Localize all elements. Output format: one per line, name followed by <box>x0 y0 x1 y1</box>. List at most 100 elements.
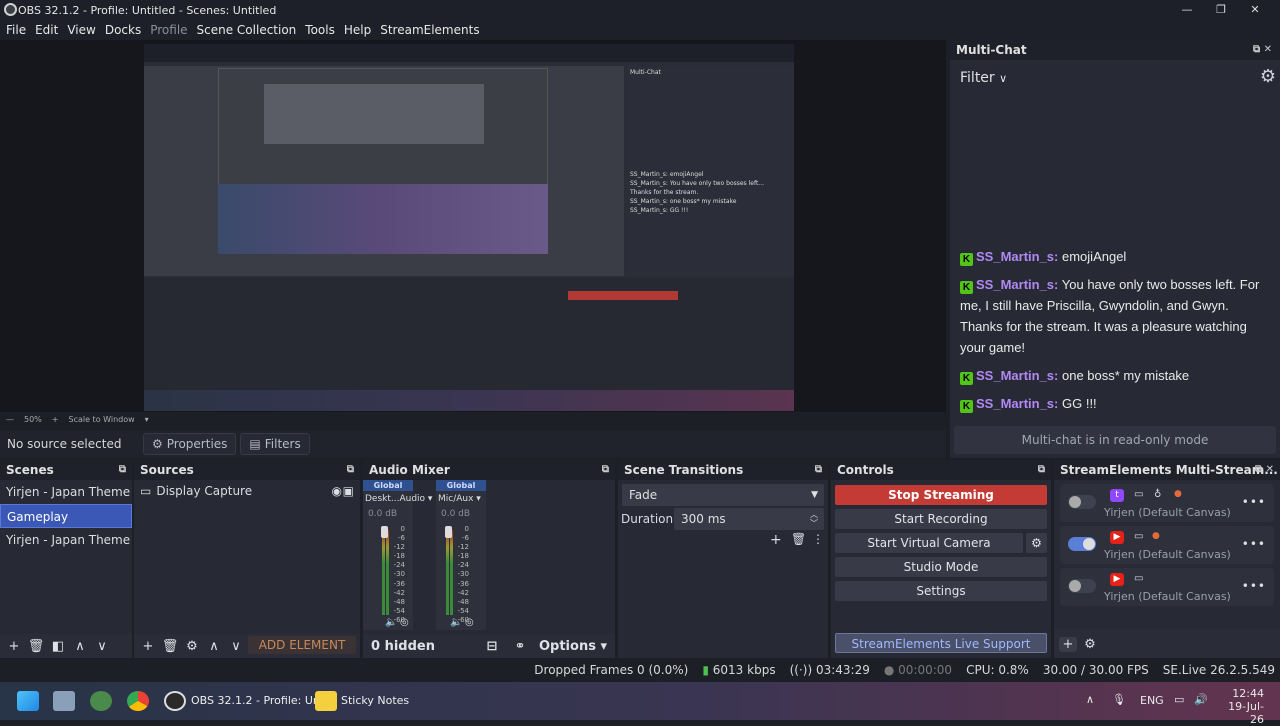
start-icon[interactable] <box>17 691 39 711</box>
scene-item-selected[interactable]: Gameplay <box>0 504 132 528</box>
chevron-down-icon[interactable]: ▾ <box>145 415 149 424</box>
settings-button[interactable]: Settings <box>835 581 1047 601</box>
sticky-notes-icon[interactable] <box>315 691 337 711</box>
tray-chevron-icon[interactable]: ∧ <box>1086 693 1094 706</box>
microphone-icon[interactable]: 🎙 <box>1112 693 1126 706</box>
add-icon[interactable]: + <box>5 639 23 654</box>
filters-button[interactable]: ▤ Filters <box>240 433 310 455</box>
preview-canvas[interactable]: Multi-Chat SS_Martin_s: emojiAngel SS_Mar… <box>144 44 794 411</box>
add-icon[interactable]: + <box>139 639 157 654</box>
gear-icon[interactable]: ⚙ <box>1081 637 1099 652</box>
up-icon[interactable]: ∧ <box>205 639 223 654</box>
stop-streaming-button[interactable]: Stop Streaming <box>835 485 1047 505</box>
zoom-plus-icon[interactable]: + <box>52 415 59 424</box>
scale-tick: -30 <box>457 570 469 579</box>
sticky-notes-label[interactable]: Sticky Notes <box>341 694 409 707</box>
enable-toggle[interactable] <box>1068 537 1096 551</box>
obs-task-label[interactable]: OBS 32.1.2 - Profile: Unt <box>191 694 324 707</box>
obs-taskbar-icon[interactable] <box>164 691 186 711</box>
eye-icon[interactable]: ◉ <box>332 484 342 498</box>
lock-icon[interactable]: ▣ <box>343 484 354 498</box>
more-icon[interactable]: ⋮ <box>812 532 824 546</box>
multistream-row[interactable]: ▶ ▭ Yirjen (Default Canvas) ••• <box>1060 568 1274 606</box>
undock-icon[interactable]: ⧉ <box>1038 464 1045 475</box>
menu-edit[interactable]: Edit <box>31 23 62 37</box>
up-icon[interactable]: ∧ <box>71 639 89 654</box>
duration-stepper[interactable]: 300 ms ︿ ﹀ <box>674 508 824 530</box>
source-item[interactable]: ▭ Display Capture ◉ ▣ <box>140 484 354 498</box>
volume-fader[interactable] <box>445 526 452 538</box>
minimize-icon[interactable]: — <box>1170 0 1204 20</box>
filter-icon[interactable]: ◧ <box>49 639 67 654</box>
menu-view[interactable]: View <box>63 23 99 37</box>
maximize-icon[interactable]: ❐ <box>1204 0 1238 20</box>
headphones-icon[interactable]: ◎ <box>400 617 409 628</box>
close-icon[interactable]: ✕ <box>1238 0 1272 20</box>
speaker-icon[interactable]: 🔈 <box>385 617 397 628</box>
menu-scene-collection[interactable]: Scene Collection <box>193 23 301 37</box>
chrome-icon[interactable] <box>127 691 149 711</box>
language-indicator[interactable]: ENG <box>1140 694 1164 707</box>
undock-icon[interactable]: ⧉ <box>815 464 822 475</box>
more-icon[interactable]: ••• <box>1242 579 1266 593</box>
hidden-count[interactable]: 0 hidden <box>371 639 435 654</box>
undock-icon[interactable]: ⧉ <box>602 464 609 475</box>
file-explorer-icon[interactable] <box>53 691 75 711</box>
multistream-row[interactable]: t ▭ ♁ ● Yirjen (Default Canvas) ••• <box>1060 484 1274 522</box>
channel-name[interactable]: Mic/Aux ▾ <box>436 491 486 507</box>
layout-icon[interactable]: ⊟ <box>483 639 501 654</box>
enable-toggle[interactable] <box>1068 579 1096 593</box>
headphones-icon[interactable]: ◎ <box>465 617 474 628</box>
trash-icon[interactable]: 🗑 <box>161 639 179 654</box>
add-icon[interactable]: + <box>1059 636 1077 652</box>
stream-time: ((·)) 03:43:29 <box>790 663 870 677</box>
undock-close-icons[interactable]: ⧉ ✕ <box>1253 44 1272 55</box>
undock-close-icons[interactable]: ⧉ ✕ <box>1255 464 1274 475</box>
start-recording-button[interactable]: Start Recording <box>835 509 1047 529</box>
gear-icon[interactable]: ⚙ <box>1260 66 1276 87</box>
start-virtual-camera-button[interactable]: Start Virtual Camera <box>835 533 1023 553</box>
enable-toggle[interactable] <box>1068 495 1096 509</box>
network-icon[interactable]: ▭ <box>1174 693 1184 706</box>
speaker-icon[interactable]: 🔈 <box>450 617 462 628</box>
live-support-button[interactable]: StreamElements Live Support <box>835 633 1047 653</box>
down-icon[interactable]: ∨ <box>227 639 245 654</box>
scene-item[interactable]: Yirjen - Japan Theme Be <box>0 528 132 552</box>
link-icon[interactable]: ⚭ <box>511 639 529 654</box>
menu-help[interactable]: Help <box>340 23 375 37</box>
more-icon[interactable]: ••• <box>1242 495 1266 509</box>
stepper-arrows-icon[interactable]: ︿ ﹀ <box>810 510 818 528</box>
options-dropdown[interactable]: Options ▾ <box>539 639 607 654</box>
multistream-row[interactable]: ▶ ▭ ● Yirjen (Default Canvas) ••• <box>1060 526 1274 564</box>
zoom-minus-icon[interactable]: — <box>6 415 14 424</box>
menu-tools[interactable]: Tools <box>301 23 339 37</box>
volume-icon[interactable]: 🔊 <box>1194 693 1208 706</box>
properties-button[interactable]: ⚙ Properties <box>143 433 237 455</box>
clock[interactable]: 12:44 19-Jul-26 <box>1228 687 1264 726</box>
sources-dock: Sources ⧉ ▭ Display Capture ◉ ▣ + 🗑 ⚙ ∧ ∨ ADD… <box>134 460 360 658</box>
virtual-camera-settings-icon[interactable]: ⚙ <box>1026 533 1047 553</box>
xbox-icon[interactable] <box>90 691 112 711</box>
studio-mode-button[interactable]: Studio Mode <box>835 557 1047 577</box>
scene-item[interactable]: Yirjen - Japan Theme Starting <box>0 480 132 504</box>
menu-docks[interactable]: Docks <box>101 23 145 37</box>
menu-streamelements[interactable]: StreamElements <box>376 23 483 37</box>
trash-icon[interactable]: 🗑 <box>27 639 45 654</box>
menu-profile[interactable]: Profile <box>146 23 191 37</box>
add-icon[interactable]: + <box>770 532 782 548</box>
filter-dropdown[interactable]: Filter ∨ <box>960 70 1007 86</box>
gear-icon[interactable]: ⚙ <box>183 639 201 654</box>
volume-fader[interactable] <box>381 526 388 538</box>
trash-icon[interactable]: 🗑 <box>791 532 806 546</box>
channel-name[interactable]: Deskt...Audio ▾ <box>363 491 432 507</box>
more-icon[interactable]: ••• <box>1242 537 1266 551</box>
scale-tick: -18 <box>457 552 469 561</box>
transition-select[interactable]: Fade ▼ <box>622 484 824 506</box>
undock-icon[interactable]: ⧉ <box>347 464 354 475</box>
add-element-button[interactable]: ADD ELEMENT <box>248 636 356 654</box>
menu-file[interactable]: File <box>2 23 30 37</box>
scale-mode[interactable]: Scale to Window <box>68 415 134 424</box>
undock-icon[interactable]: ⧉ <box>119 464 126 475</box>
zoom-level[interactable]: 50% <box>24 415 42 424</box>
down-icon[interactable]: ∨ <box>93 639 111 654</box>
